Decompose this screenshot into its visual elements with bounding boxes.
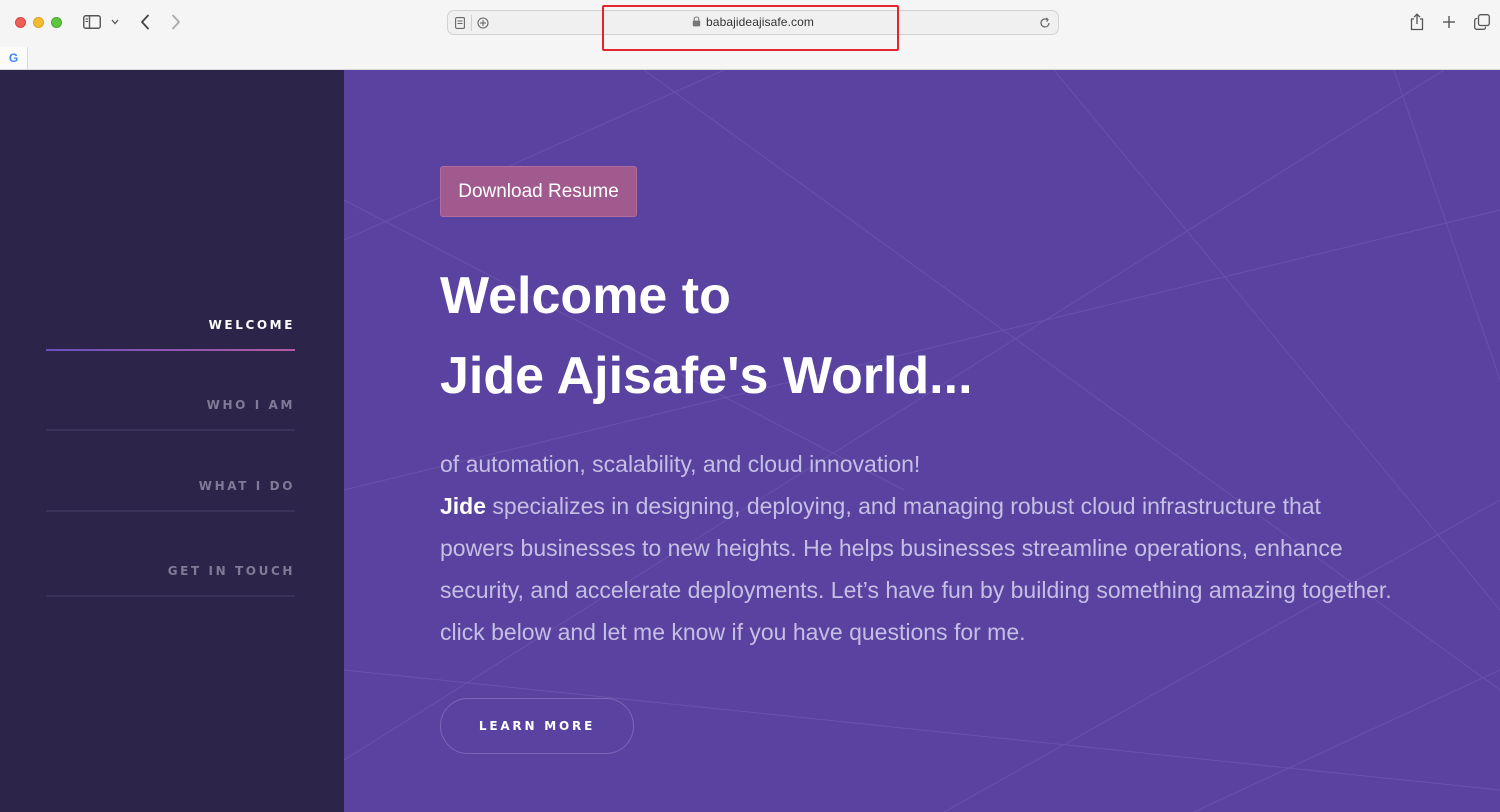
- sidebar-item-who-i-am[interactable]: WHO I AM: [46, 398, 295, 412]
- sidebar-item-welcome[interactable]: WELCOME: [46, 318, 295, 332]
- forward-arrow-icon[interactable]: [169, 13, 183, 31]
- url-highlight-box: [602, 5, 899, 51]
- nav-underline-what-i-do: [46, 510, 295, 512]
- reload-icon[interactable]: [1038, 16, 1052, 30]
- tab-overview-icon[interactable]: [1473, 13, 1491, 31]
- hero-section: Download Resume Welcome to Jide Ajisafe'…: [344, 70, 1500, 812]
- headline-line-1: Welcome to: [440, 267, 731, 325]
- new-tab-icon[interactable]: [1440, 13, 1458, 31]
- intro-paragraph: of automation, scalability, and cloud in…: [440, 443, 1400, 653]
- sidebar-toggle-icon[interactable]: [82, 14, 102, 30]
- zoom-window-button[interactable]: [51, 17, 62, 28]
- intro-name: Jide: [440, 493, 487, 519]
- sidebar-item-what-i-do[interactable]: WHAT I DO: [46, 479, 295, 493]
- google-icon: G: [8, 51, 19, 65]
- nav-underline-who-i-am: [46, 429, 295, 431]
- learn-more-button[interactable]: LEARN MORE: [440, 698, 634, 754]
- chevron-down-icon[interactable]: [110, 17, 120, 27]
- sidebar-item-get-in-touch[interactable]: GET IN TOUCH: [46, 564, 295, 578]
- intro-first-line: of automation, scalability, and cloud in…: [440, 451, 921, 477]
- minimize-window-button[interactable]: [33, 17, 44, 28]
- intro-body: specializes in designing, deploying, and…: [440, 493, 1392, 645]
- nav-underline-get-in-touch: [46, 595, 295, 597]
- headline-line-2: Jide Ajisafe's World...: [440, 347, 973, 405]
- download-resume-button[interactable]: Download Resume: [440, 166, 637, 217]
- favorites-tab[interactable]: G: [0, 47, 28, 69]
- share-icon[interactable]: [1408, 12, 1426, 32]
- close-window-button[interactable]: [15, 17, 26, 28]
- nav-underline-welcome: [46, 349, 295, 351]
- sidebar-nav: WELCOME WHO I AM WHAT I DO GET IN TOUCH: [0, 70, 344, 812]
- web-page: WELCOME WHO I AM WHAT I DO GET IN TOUCH: [0, 70, 1500, 812]
- back-arrow-icon[interactable]: [138, 13, 152, 31]
